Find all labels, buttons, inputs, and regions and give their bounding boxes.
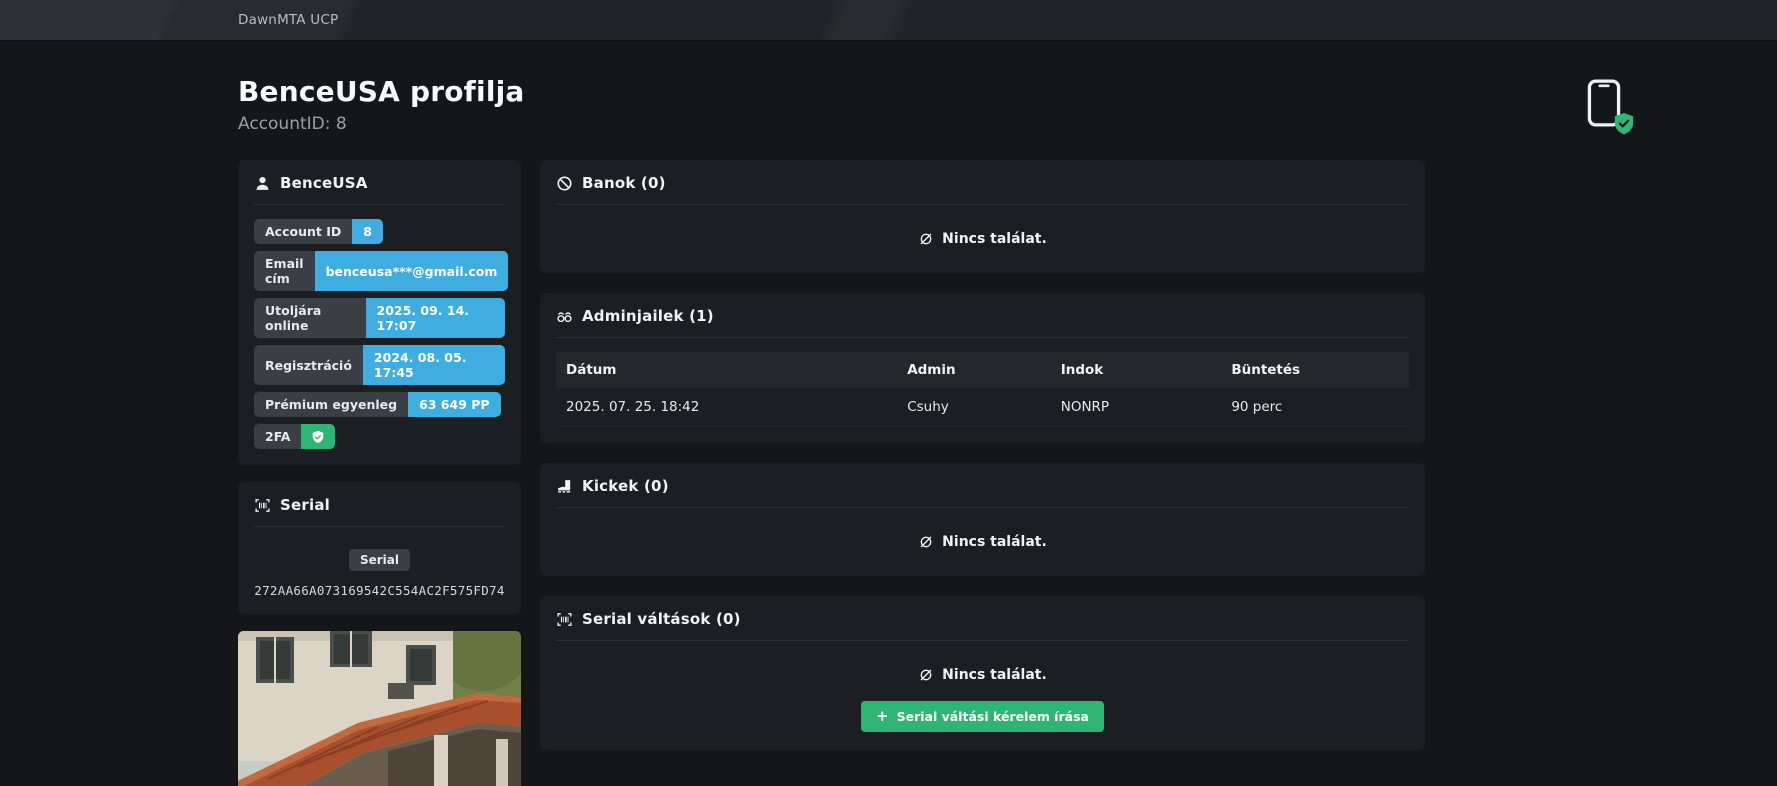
cell-reason: NONRP [1050, 388, 1222, 427]
barcode-icon [255, 498, 270, 512]
divider [254, 526, 505, 527]
divider [556, 204, 1409, 205]
plus-icon: + [876, 707, 889, 725]
table-header-row: Dátum Admin Indok Büntetés [556, 352, 1409, 388]
adminjails-panel: Adminjailek (1) Dátum Admin Indok Büntet… [540, 293, 1425, 443]
field-premium-balance: Prémium egyenleg 63 649 PP [254, 392, 501, 417]
field-label: Regisztráció [254, 345, 363, 385]
left-column: BenceUSA Account ID 8 Email cím benceusa… [238, 160, 521, 786]
column-header-reason[interactable]: Indok [1050, 352, 1222, 388]
handcuffs-icon [557, 311, 572, 322]
field-account-id: Account ID 8 [254, 219, 383, 244]
column-header-punishment[interactable]: Büntetés [1221, 352, 1409, 388]
divider [254, 204, 505, 205]
field-2fa: 2FA [254, 424, 336, 449]
field-value: 63 649 PP [408, 392, 501, 417]
cell-date: 2025. 07. 25. 18:42 [556, 388, 898, 427]
serial-chip: Serial [348, 549, 411, 571]
field-label: 2FA [254, 424, 302, 449]
page-title: BenceUSA profilja [238, 75, 525, 108]
empty-text: Nincs találat. [942, 667, 1047, 683]
main-content: BenceUSA Account ID 8 Email cím benceusa… [238, 160, 1777, 786]
divider [556, 640, 1409, 641]
divider [556, 337, 1409, 338]
serial-number: 272AA66A073169542C554AC2F575FD74 [254, 583, 505, 598]
user-icon [256, 176, 269, 190]
brand-title[interactable]: DawnMTA UCP [238, 12, 338, 28]
field-label: Account ID [254, 219, 353, 244]
field-registration: Regisztráció 2024. 08. 05. 17:45 [254, 345, 505, 385]
adminjails-table: Dátum Admin Indok Büntetés 2025. 07. 25.… [556, 352, 1409, 427]
profile-fields: Account ID 8 Email cím benceusa***@gmail… [254, 219, 509, 449]
shield-check-icon [1614, 113, 1634, 135]
serial-changes-panel-title: Serial váltások (0) [582, 610, 741, 628]
empty-set-icon [920, 233, 932, 245]
kicks-panel-title: Kickek (0) [582, 477, 669, 495]
divider [556, 507, 1409, 508]
profile-card-title: BenceUSA [280, 174, 368, 192]
bans-empty-state: Nincs találat. [556, 219, 1409, 257]
serial-changes-empty-state: Nincs találat. [556, 655, 1409, 693]
empty-set-icon [920, 669, 932, 681]
verified-device-indicator [1586, 78, 1634, 135]
field-email: Email cím benceusa***@gmail.com [254, 251, 509, 291]
bans-panel: Banok (0) Nincs találat. [540, 160, 1425, 273]
profile-card: BenceUSA Account ID 8 Email cím benceusa… [238, 160, 521, 465]
bans-panel-title: Banok (0) [582, 174, 666, 192]
top-navbar: DawnMTA UCP [0, 0, 1777, 41]
adminjails-panel-title: Adminjailek (1) [582, 307, 714, 325]
serial-change-request-button-label: Serial váltási kérelem írása [896, 709, 1089, 724]
barcode-icon [557, 612, 572, 626]
cell-admin: Csuhy [897, 388, 1051, 427]
field-value: benceusa***@gmail.com [314, 251, 509, 291]
field-value: 2024. 08. 05. 17:45 [362, 345, 505, 385]
shield-check-icon [301, 424, 336, 449]
serial-change-request-button[interactable]: + Serial váltási kérelem írása [861, 701, 1104, 732]
field-last-online: Utoljára online 2025. 09. 14. 17:07 [254, 298, 505, 338]
field-value: 8 [352, 219, 383, 244]
ban-slash-circle-icon [557, 175, 572, 191]
serial-changes-panel: Serial váltások (0) Nincs találat. + Ser… [540, 596, 1425, 750]
empty-text: Nincs találat. [942, 534, 1047, 550]
serial-card-title: Serial [280, 496, 330, 514]
table-row: 2025. 07. 25. 18:42 Csuhy NONRP 90 perc [556, 388, 1409, 427]
kicks-empty-state: Nincs találat. [556, 522, 1409, 560]
empty-set-icon [920, 536, 932, 548]
column-header-date[interactable]: Dátum [556, 352, 898, 388]
field-label: Prémium egyenleg [254, 392, 409, 417]
field-label: Utoljára online [254, 298, 366, 338]
serial-card: Serial Serial 272AA66A073169542C554AC2F5… [238, 482, 521, 614]
cell-punishment: 90 perc [1221, 388, 1409, 427]
empty-text: Nincs találat. [942, 231, 1047, 247]
right-column: Banok (0) Nincs találat. Adminjailek (1)… [540, 160, 1425, 750]
column-header-admin[interactable]: Admin [897, 352, 1051, 388]
boot-icon [558, 479, 571, 493]
page-subtitle: AccountID: 8 [238, 114, 347, 134]
character-screenshot [238, 631, 521, 786]
kicks-panel: Kickek (0) Nincs találat. [540, 463, 1425, 576]
page-header: BenceUSA profilja AccountID: 8 [238, 75, 1777, 134]
field-label: Email cím [254, 251, 315, 291]
field-value: 2025. 09. 14. 17:07 [365, 298, 505, 338]
